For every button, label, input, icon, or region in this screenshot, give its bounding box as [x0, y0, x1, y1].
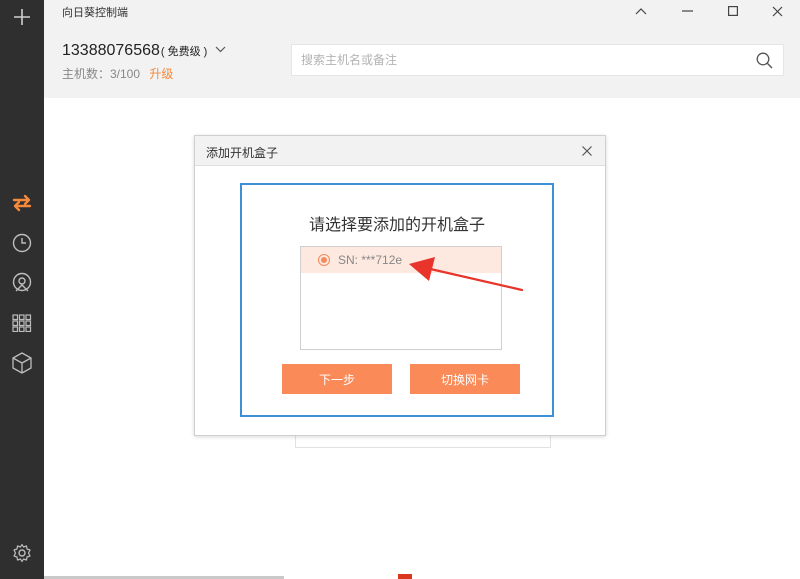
- chevron-down-icon: [215, 46, 226, 53]
- search-icon[interactable]: [756, 52, 773, 69]
- sn-label: SN: ***712e: [338, 253, 403, 267]
- app-title: 向日葵控制端: [62, 7, 128, 19]
- switch-nic-button[interactable]: 切换网卡: [410, 364, 520, 394]
- bottom-mark: [398, 574, 412, 579]
- account-tier: ( 免费级 ): [160, 46, 208, 58]
- next-step-button[interactable]: 下一步: [282, 364, 392, 394]
- search-box: [291, 44, 784, 76]
- clock-icon[interactable]: [0, 228, 44, 258]
- search-input[interactable]: [292, 45, 742, 75]
- highlight-frame: 请选择要添加的开机盒子 SN: ***712e 下一步 切换网卡: [240, 183, 554, 417]
- discover-icon[interactable]: [0, 268, 44, 298]
- plus-icon[interactable]: [0, 2, 44, 32]
- account-phone: 13388076568: [62, 42, 160, 59]
- upgrade-link[interactable]: 升级: [149, 67, 173, 81]
- account-switcher[interactable]: 13388076568 ( 免费级 ): [62, 42, 226, 60]
- maximize-icon: [728, 6, 738, 16]
- gear-icon[interactable]: [0, 538, 44, 568]
- machine-count-line: 主机数：3/100 升级: [62, 65, 173, 82]
- dialog-heading: 请选择要添加的开机盒子: [308, 217, 485, 234]
- account-header: 13388076568 ( 免费级 ) 主机数：3/100 升级: [44, 22, 800, 98]
- dialog-title: 添加开机盒子: [206, 146, 279, 160]
- maximize-button[interactable]: [710, 0, 756, 22]
- title-bar: 向日葵控制端: [44, 0, 800, 22]
- chevron-up-icon: [635, 8, 647, 15]
- close-icon: [772, 6, 782, 16]
- remote-control-icon[interactable]: [0, 188, 44, 218]
- cube-icon[interactable]: [0, 348, 44, 378]
- close-window-button[interactable]: [754, 0, 800, 22]
- apps-grid-icon[interactable]: [0, 308, 44, 338]
- left-sidebar: [0, 0, 44, 579]
- radio-selected-dot: [321, 257, 327, 263]
- radio-button[interactable]: [318, 254, 330, 266]
- machine-count: 主机数：3/100: [62, 67, 141, 81]
- minimize-icon: [681, 10, 693, 12]
- collapse-button[interactable]: [618, 0, 664, 22]
- minimize-button[interactable]: [664, 0, 710, 22]
- close-icon[interactable]: [581, 145, 593, 157]
- dialog-header: 添加开机盒子: [195, 136, 605, 166]
- annotation-arrow-icon: [409, 257, 524, 292]
